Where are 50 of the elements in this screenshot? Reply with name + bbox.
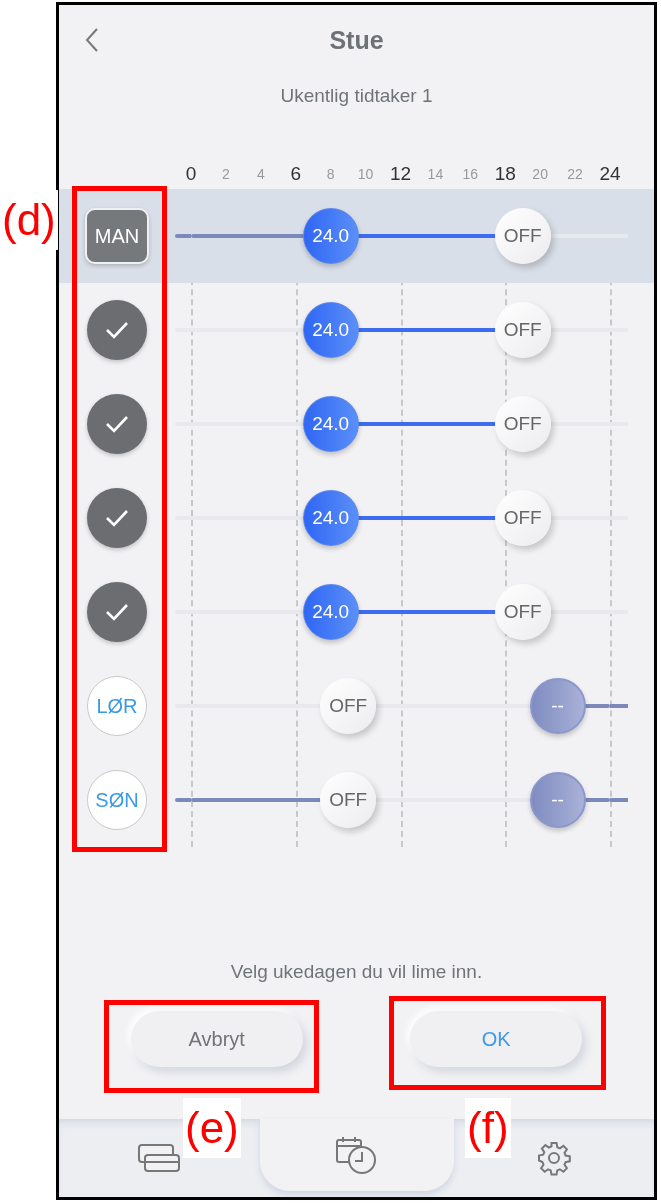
schedule-handle[interactable]: OFF: [494, 490, 551, 546]
timer-tab[interactable]: [259, 1119, 454, 1191]
hour-label: 0: [185, 163, 197, 185]
hour-label: 20: [532, 166, 548, 182]
day-checkbox[interactable]: [87, 394, 147, 454]
schedule-handle[interactable]: OFF: [494, 584, 551, 640]
callout-label: (e): [183, 1098, 241, 1158]
hour-label: 2: [222, 166, 230, 182]
cancel-button[interactable]: Avbryt: [130, 1011, 303, 1067]
hour-label: 16: [462, 166, 479, 182]
hour-label: 22: [567, 166, 583, 182]
check-icon: [104, 602, 130, 622]
hour-label: 8: [326, 166, 335, 182]
schedule-handle[interactable]: OFF: [320, 772, 377, 828]
hour-label: 14: [427, 166, 444, 182]
hour-label: 4: [256, 166, 265, 182]
ok-button[interactable]: OK: [410, 1011, 583, 1067]
day-button[interactable]: MAN: [85, 208, 149, 264]
day-checkbox[interactable]: [87, 582, 147, 642]
day-button[interactable]: LØR: [87, 676, 147, 736]
schedule-handle[interactable]: OFF: [494, 208, 551, 264]
hour-label: 10: [357, 166, 374, 182]
timer-name: Ukentlig tidtaker 1: [280, 85, 433, 107]
temperature-handle[interactable]: 24.0: [302, 584, 359, 640]
check-icon: [104, 320, 130, 340]
check-icon: [104, 508, 130, 528]
day-checkbox[interactable]: [87, 300, 147, 360]
hour-label: 6: [290, 163, 302, 185]
check-icon: [104, 414, 130, 434]
temperature-handle[interactable]: 24.0: [302, 396, 359, 452]
schedule-handle[interactable]: OFF: [494, 302, 551, 358]
day-button[interactable]: SØN: [87, 770, 147, 830]
hour-label: 12: [389, 163, 412, 185]
calendar-clock-icon: [334, 1135, 379, 1175]
hour-label: 18: [494, 163, 516, 185]
hour-label: 24: [599, 163, 621, 185]
settings-icon: [535, 1140, 572, 1176]
schedule-handle[interactable]: OFF: [320, 678, 377, 734]
day-checkbox[interactable]: [87, 488, 147, 548]
stacked-cards-icon: [137, 1142, 182, 1174]
back-icon[interactable]: [85, 27, 99, 53]
schedule-handle[interactable]: --: [529, 772, 586, 828]
callout-label: (f): [465, 1098, 511, 1158]
schedule-handle[interactable]: OFF: [494, 396, 551, 452]
temperature-handle[interactable]: 24.0: [302, 490, 359, 546]
temperature-handle[interactable]: 24.0: [302, 302, 359, 358]
schedule-handle[interactable]: --: [529, 678, 586, 734]
screen-title: Stue: [329, 25, 384, 55]
instruction-text: Velg ukedagen du vil lime inn.: [230, 961, 483, 983]
temperature-handle[interactable]: 24.0: [302, 208, 359, 264]
